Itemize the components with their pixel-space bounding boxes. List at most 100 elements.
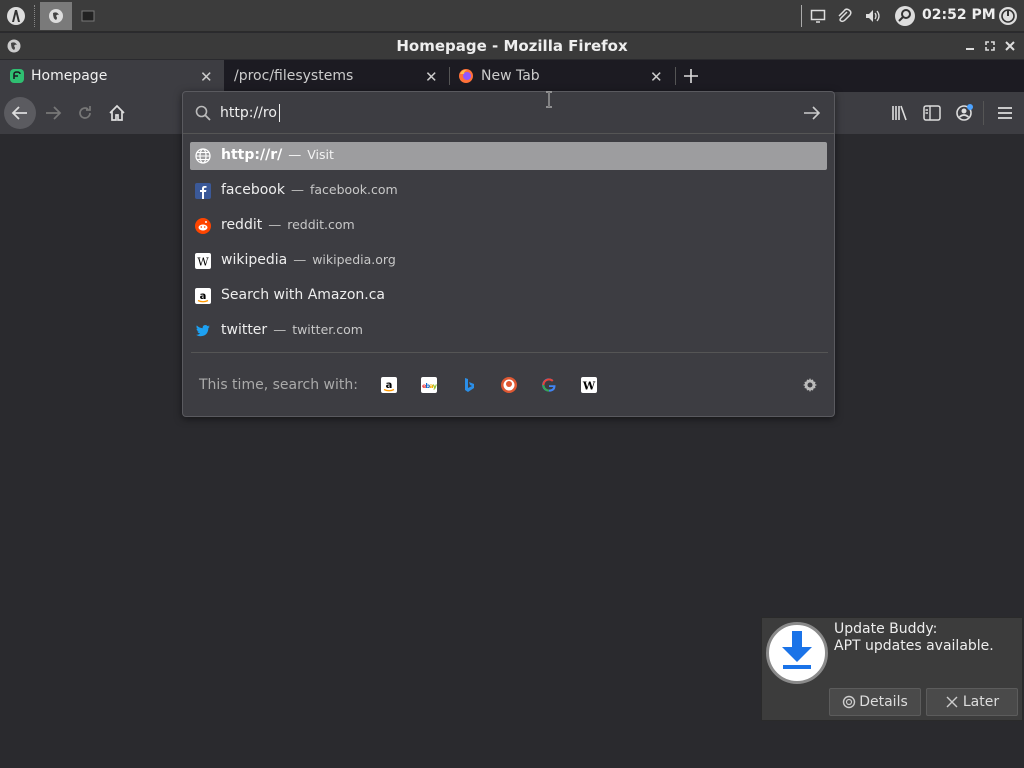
go-arrow-icon[interactable]	[803, 105, 821, 125]
gear-icon[interactable]	[802, 377, 818, 393]
home-icon[interactable]	[102, 98, 132, 128]
text-cursor	[279, 104, 280, 122]
notification-body: APT updates available.	[834, 638, 994, 654]
screen-icon[interactable]	[808, 4, 828, 28]
globe-icon	[195, 148, 211, 164]
tab-proc-filesystems[interactable]: /proc/filesystems ✕	[225, 60, 449, 92]
urlbar-dropdown: http://ro http://r/— Visit facebook — faceb…	[182, 91, 835, 417]
details-gear-icon	[843, 695, 856, 709]
firefox-icon	[458, 68, 474, 84]
ebay-engine-icon[interactable]: ebay	[421, 377, 437, 393]
account-icon[interactable]	[949, 98, 979, 128]
suggestion-text: wikipedia — wikipedia.org	[221, 252, 396, 268]
paperclip-icon[interactable]	[834, 4, 854, 28]
tab-close-icon[interactable]: ✕	[425, 68, 438, 86]
library-icon[interactable]	[885, 98, 915, 128]
svg-text:y: y	[433, 382, 437, 390]
tray-separator	[801, 5, 802, 27]
suggestion-text: http://r/— Visit	[221, 147, 334, 163]
amazon-icon: a	[195, 288, 211, 304]
desktop: 02:52 PM Homepage - Mozilla Firefox Home…	[0, 0, 1024, 768]
twitter-icon	[195, 323, 211, 339]
volume-icon[interactable]	[862, 4, 884, 28]
urlbar[interactable]: http://ro	[183, 92, 834, 134]
suggestion-title: wikipedia	[221, 252, 288, 268]
mouse-ibeam-cursor	[545, 91, 553, 108]
window-title: Homepage - Mozilla Firefox	[396, 37, 628, 55]
suggestion-row-twitter[interactable]: twitter — twitter.com	[190, 317, 827, 345]
tab-new-tab[interactable]: New Tab ✕	[450, 60, 674, 92]
update-notification: Update Buddy: APT updates available. Det…	[761, 617, 1023, 721]
suggestion-text: reddit — reddit.com	[221, 217, 355, 233]
download-arrow-icon	[766, 622, 828, 684]
tab-label: New Tab	[481, 68, 540, 84]
later-label: Later	[962, 694, 1000, 710]
suggestion-text: twitter — twitter.com	[221, 322, 363, 338]
minimize-icon[interactable]	[962, 38, 978, 54]
back-arrow-icon[interactable]	[4, 97, 36, 129]
google-engine-icon[interactable]	[541, 377, 557, 393]
suggestion-row-reddit[interactable]: reddit — reddit.com	[190, 212, 827, 240]
svg-text:W: W	[197, 256, 209, 269]
forward-arrow-icon[interactable]	[38, 98, 68, 128]
search-magnifier-icon	[195, 105, 211, 125]
new-tab-plus-icon[interactable]	[681, 66, 701, 86]
taskbar: 02:52 PM	[0, 0, 1024, 32]
search-with-label: This time, search with:	[199, 377, 358, 393]
taskbar-firefox-button[interactable]	[40, 2, 72, 30]
suggestion-title: reddit	[221, 217, 263, 233]
window-titlebar[interactable]: Homepage - Mozilla Firefox	[0, 33, 1024, 59]
wikipedia-icon: W	[195, 253, 211, 269]
suggestion-text: facebook — facebook.com	[221, 182, 398, 198]
reddit-icon	[195, 218, 211, 234]
details-button[interactable]: Details	[829, 688, 921, 716]
app-menu-icon[interactable]	[2, 2, 30, 30]
power-icon[interactable]	[996, 4, 1020, 28]
svg-text:a: a	[386, 380, 393, 391]
url-input[interactable]: http://ro	[220, 105, 277, 121]
amazon-engine-icon[interactable]: a	[381, 377, 397, 393]
clock[interactable]: 02:52 PM	[922, 7, 996, 23]
tab-label: /proc/filesystems	[234, 68, 354, 84]
reload-icon[interactable]	[70, 98, 100, 128]
tab-close-icon[interactable]: ✕	[650, 68, 663, 86]
later-x-icon	[946, 696, 958, 708]
suggestion-title: http://r/	[221, 147, 283, 163]
notification-title: Update Buddy:	[834, 621, 938, 637]
tab-close-icon[interactable]: ✕	[200, 68, 213, 86]
svg-text:a: a	[200, 291, 207, 302]
suggestion-title: Search with Amazon.ca	[221, 287, 386, 303]
sidebar-icon[interactable]	[917, 98, 947, 128]
suggestion-row-facebook[interactable]: facebook — facebook.com	[190, 177, 827, 205]
restore-icon[interactable]	[982, 38, 998, 54]
later-button[interactable]: Later	[926, 688, 1018, 716]
suggestion-row-amazon-search[interactable]: a Search with Amazon.ca	[190, 282, 827, 310]
suggestion-url: wikipedia.org	[312, 252, 396, 267]
toolbar-separator	[983, 101, 984, 125]
tab-label: Homepage	[31, 68, 108, 84]
suggestion-title: facebook	[221, 182, 285, 198]
suggestion-url: reddit.com	[287, 217, 355, 232]
wikipedia-engine-icon[interactable]: W	[581, 377, 597, 393]
tab-homepage[interactable]: Homepage ✕	[0, 60, 224, 92]
bing-engine-icon[interactable]	[461, 377, 477, 393]
duckduckgo-engine-icon[interactable]	[501, 377, 517, 393]
suggestion-row-wikipedia[interactable]: W wikipedia — wikipedia.org	[190, 247, 827, 275]
svg-text:W: W	[582, 380, 596, 393]
facebook-icon	[195, 183, 211, 199]
suggestion-row-visit[interactable]: http://r/— Visit	[190, 142, 827, 170]
taskbar-terminal-button[interactable]	[78, 2, 98, 30]
taskbar-separator	[34, 5, 35, 27]
suggestion-url: twitter.com	[292, 322, 363, 337]
divider	[191, 352, 828, 353]
tab-bar: Homepage ✕ /proc/filesystems ✕ New Tab ✕	[0, 60, 1024, 92]
suggestion-title: twitter	[221, 322, 268, 338]
suggestion-action: Visit	[307, 147, 334, 162]
hamburger-menu-icon[interactable]	[990, 98, 1020, 128]
close-icon[interactable]	[1002, 38, 1018, 54]
details-label: Details	[859, 694, 908, 710]
homepage-favicon-icon	[9, 68, 25, 84]
suggestion-url: facebook.com	[309, 182, 398, 197]
tab-separator	[675, 67, 676, 85]
search-icon[interactable]	[893, 4, 917, 28]
